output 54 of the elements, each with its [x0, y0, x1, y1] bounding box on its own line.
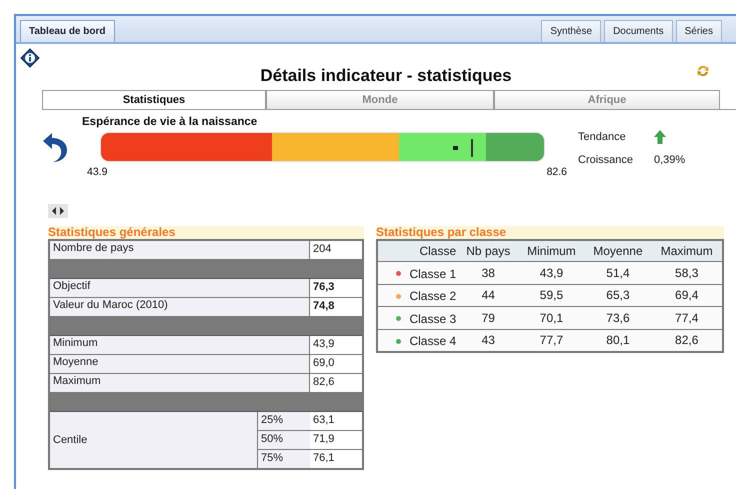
- table-cell: 38: [458, 262, 518, 284]
- refresh-icon[interactable]: [696, 64, 710, 78]
- table-cell: 80,1: [584, 329, 652, 352]
- indicator-title: Espérance de vie à la naissance: [82, 116, 258, 128]
- stat-label: Moyenne: [50, 355, 310, 373]
- column-header: Maximum: [651, 240, 723, 262]
- growth-value: 0,39%: [654, 154, 686, 166]
- gauge-min-label: 43.9: [87, 166, 108, 178]
- stat-label: Maximum: [50, 374, 310, 392]
- table-cell: 65,3: [584, 284, 652, 306]
- table-cell: Classe 4: [409, 334, 456, 348]
- page-title: Détails indicateur - statistiques: [260, 66, 512, 86]
- table-cell: Classe 3: [409, 312, 456, 326]
- growth-label: Croissance: [578, 154, 634, 166]
- column-header: Minimum: [518, 240, 584, 262]
- column-header: Nb pays: [458, 240, 518, 262]
- column-header: Classe: [377, 240, 458, 262]
- dashboard-tab[interactable]: Tableau de bord: [20, 20, 114, 42]
- stat-label: Objectif: [50, 279, 310, 297]
- table-cell: 43,9: [518, 262, 584, 284]
- percentile-label: 75%: [258, 450, 310, 468]
- scroll-arrows-icon[interactable]: [48, 204, 68, 218]
- section-title: Statistiques générales: [48, 226, 364, 239]
- stat-label: Centile: [50, 412, 258, 468]
- back-arrow-icon[interactable]: [42, 130, 68, 164]
- info-icon[interactable]: [20, 48, 40, 68]
- percentile-label: 25%: [258, 412, 310, 430]
- table-cell: Classe 2: [409, 289, 456, 303]
- table-cell: Classe 1: [409, 266, 456, 280]
- section-tab[interactable]: Statistiques: [42, 90, 266, 109]
- table-cell: 79: [458, 306, 518, 329]
- table-cell: 77,7: [518, 329, 584, 352]
- table-cell: 44: [458, 284, 518, 306]
- nav-tab[interactable]: Documents: [604, 20, 673, 42]
- table-cell: 70,1: [518, 306, 584, 329]
- stat-label: Minimum: [50, 336, 310, 354]
- stat-label: Valeur du Maroc (2010): [50, 298, 310, 316]
- nav-tab[interactable]: Séries: [676, 20, 722, 42]
- percentile-label: 50%: [258, 431, 310, 449]
- table-cell: 58,3: [651, 262, 723, 284]
- table-cell: 51,4: [584, 262, 652, 284]
- table-cell: 77,4: [651, 306, 723, 329]
- table-cell: 73,6: [584, 306, 652, 329]
- table-cell: 82,6: [651, 329, 723, 352]
- table-cell: 69,4: [651, 284, 723, 306]
- section-title: Statistiques par classe: [376, 226, 724, 239]
- up-arrow-icon: [654, 130, 666, 144]
- table-cell: 43: [458, 329, 518, 352]
- nav-tab[interactable]: Synthèse: [541, 20, 602, 42]
- stat-label: Nombre de pays: [50, 241, 310, 259]
- table-cell: 59,5: [518, 284, 584, 306]
- trend-label: Tendance: [578, 131, 627, 143]
- column-header: Moyenne: [584, 240, 652, 262]
- gauge-max-label: 82.6: [546, 166, 567, 178]
